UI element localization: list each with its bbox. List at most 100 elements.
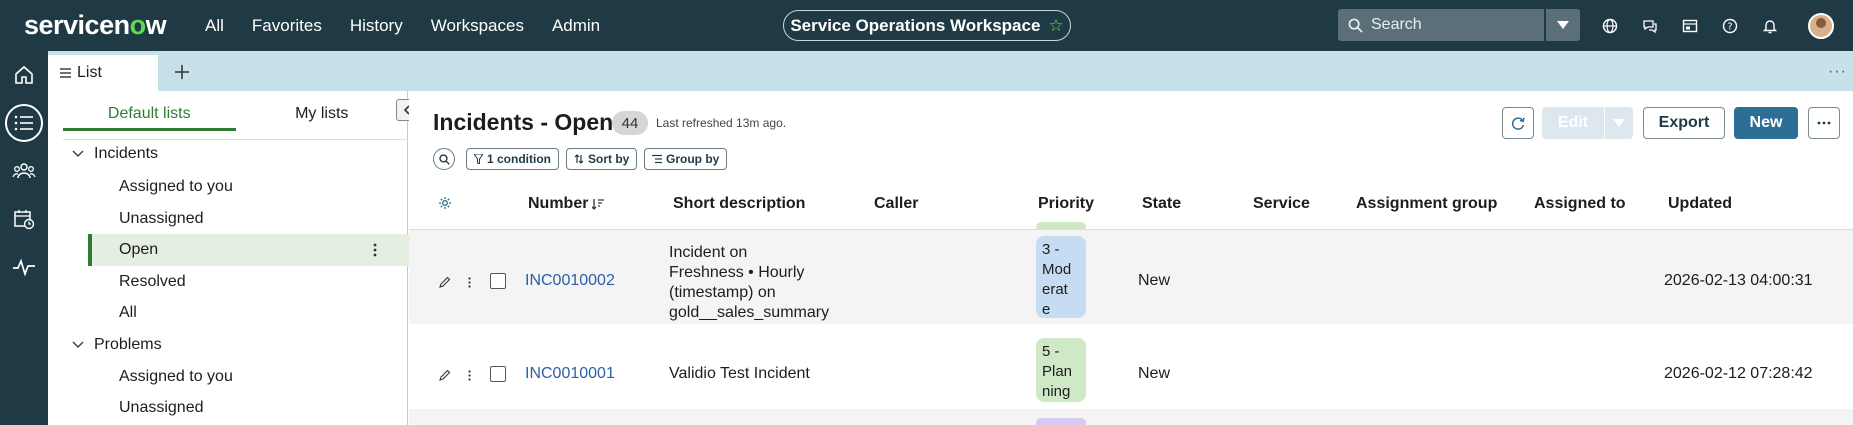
- row-checkbox[interactable]: [490, 366, 506, 382]
- column-settings-icon[interactable]: [438, 187, 454, 221]
- search-input[interactable]: Search: [1338, 9, 1544, 41]
- tab-default-lists[interactable]: Default lists: [63, 103, 236, 131]
- refresh-button[interactable]: [1502, 107, 1534, 139]
- list-item-unassigned[interactable]: Unassigned: [119, 399, 204, 417]
- table-row[interactable]: [409, 230, 1853, 324]
- column-header-service[interactable]: Service: [1253, 187, 1310, 221]
- record-number-link[interactable]: INC0010001: [525, 365, 615, 383]
- priority-tag: 5 - Plan ning: [1036, 338, 1086, 402]
- state-value: New: [1138, 365, 1171, 382]
- group-by-chip[interactable]: Group by: [644, 148, 728, 170]
- nav-admin[interactable]: Admin: [552, 16, 600, 36]
- chevron-down-icon: [1557, 21, 1569, 29]
- refresh-icon: [1511, 117, 1525, 130]
- more-actions-button[interactable]: [1808, 107, 1840, 139]
- tab-bar: [48, 51, 1853, 91]
- nav-workspaces[interactable]: Workspaces: [431, 16, 524, 36]
- group-label: Problems: [94, 336, 162, 353]
- list-item-assigned-to-you[interactable]: Assigned to you: [119, 178, 233, 196]
- new-button[interactable]: New: [1734, 107, 1798, 139]
- globe-icon[interactable]: [1600, 16, 1620, 36]
- record-number-link[interactable]: INC0010002: [525, 272, 615, 290]
- form-icon[interactable]: [1680, 16, 1700, 36]
- star-icon[interactable]: ☆: [1048, 16, 1063, 36]
- edit-pencil-icon[interactable]: [439, 275, 451, 293]
- group-incidents[interactable]: Incidents: [72, 145, 158, 163]
- more-options-icon[interactable]: ···: [1828, 63, 1847, 81]
- chip-label: 1 condition: [487, 152, 551, 166]
- list-item-assigned-to-you[interactable]: Assigned to you: [119, 368, 233, 386]
- short-description: Validio Test Incident: [669, 365, 810, 382]
- bell-icon[interactable]: [1760, 16, 1780, 36]
- row-checkbox[interactable]: [490, 273, 506, 289]
- column-header-state[interactable]: State: [1142, 187, 1181, 221]
- sort-by-chip[interactable]: Sort by: [566, 148, 638, 170]
- chevron-down-icon: [72, 150, 84, 158]
- column-header-updated[interactable]: Updated: [1668, 187, 1732, 221]
- groups-icon[interactable]: [0, 151, 48, 191]
- chat-icon[interactable]: [1640, 16, 1660, 36]
- workspace-pill[interactable]: Service Operations Workspace ☆: [783, 10, 1071, 41]
- priority-tag: 3 - Mod erat e: [1036, 236, 1086, 318]
- servicenow-logo[interactable]: servicenow: [24, 10, 167, 41]
- workspace-label: Service Operations Workspace: [790, 15, 1041, 35]
- table-row[interactable]: [409, 409, 1853, 425]
- list-item-open[interactable]: Open: [119, 241, 158, 259]
- list-item-all[interactable]: All: [119, 304, 137, 322]
- column-header-assigned-to[interactable]: Assigned to: [1534, 187, 1626, 221]
- filter-icon: [474, 154, 483, 164]
- list-item-unassigned[interactable]: Unassigned: [119, 210, 204, 228]
- column-header-priority[interactable]: Priority: [1038, 187, 1094, 221]
- row-kebab-icon[interactable]: [468, 275, 471, 293]
- record-count-badge: 44: [612, 111, 648, 135]
- edit-button[interactable]: Edit: [1542, 107, 1604, 139]
- add-tab-button[interactable]: [170, 60, 194, 84]
- tab-my-lists[interactable]: My lists: [236, 103, 409, 131]
- avatar[interactable]: [1808, 13, 1834, 39]
- nav-favorites[interactable]: Favorites: [252, 16, 322, 36]
- search-scope-dropdown[interactable]: [1546, 9, 1580, 41]
- plus-icon: [175, 65, 189, 79]
- priority-tag-partial: [1036, 418, 1086, 425]
- home-icon[interactable]: [0, 55, 48, 95]
- row-kebab-icon[interactable]: [468, 368, 471, 386]
- svg-text:?: ?: [1727, 21, 1732, 32]
- chevron-down-icon: [1613, 119, 1625, 127]
- column-header-assignment-group[interactable]: Assignment group: [1356, 187, 1497, 221]
- updated-value: 2026-02-12 07:28:42: [1664, 365, 1813, 382]
- sort-icon: [574, 154, 584, 164]
- column-header-caller[interactable]: Caller: [874, 187, 918, 221]
- nav-all[interactable]: All: [205, 16, 224, 36]
- calendar-clock-icon[interactable]: [0, 199, 48, 239]
- list-tabs: Default lists My lists: [63, 103, 408, 131]
- export-button[interactable]: Export: [1643, 107, 1725, 139]
- filter-condition-chip[interactable]: 1 condition: [466, 148, 559, 170]
- state-value: New: [1138, 272, 1171, 289]
- group-icon: [652, 154, 662, 164]
- help-icon[interactable]: ?: [1720, 16, 1740, 36]
- activity-icon[interactable]: [0, 247, 48, 287]
- left-rail: [0, 51, 48, 425]
- nav-history[interactable]: History: [350, 16, 403, 36]
- search-list-button[interactable]: [433, 148, 455, 170]
- list-main: Incidents - Open 44 Last refreshed 13m a…: [409, 91, 1853, 425]
- column-header-number[interactable]: Number: [528, 187, 605, 221]
- search-placeholder: Search: [1371, 16, 1422, 33]
- edit-dropdown-button[interactable]: [1605, 107, 1633, 139]
- page-title: Incidents - Open: [433, 109, 614, 135]
- tab-list[interactable]: List: [48, 55, 158, 91]
- refreshed-status: Last refreshed 13m ago.: [656, 116, 787, 130]
- search-icon: [1348, 18, 1363, 33]
- row-separator: [409, 324, 1853, 326]
- chip-label: Sort by: [588, 152, 630, 166]
- updated-value: 2026-02-13 04:00:31: [1664, 272, 1813, 289]
- sort-desc-icon: [592, 199, 605, 210]
- group-problems[interactable]: Problems: [72, 336, 162, 354]
- short-description: Incident on Freshness • Hourly (timestam…: [669, 244, 830, 321]
- chevron-down-icon: [72, 341, 84, 349]
- column-header-short-description[interactable]: Short description: [673, 187, 805, 221]
- list-item-resolved[interactable]: Resolved: [119, 273, 186, 291]
- edit-pencil-icon[interactable]: [439, 368, 451, 386]
- list-nav-icon[interactable]: [0, 103, 48, 143]
- kebab-icon[interactable]: [373, 243, 377, 262]
